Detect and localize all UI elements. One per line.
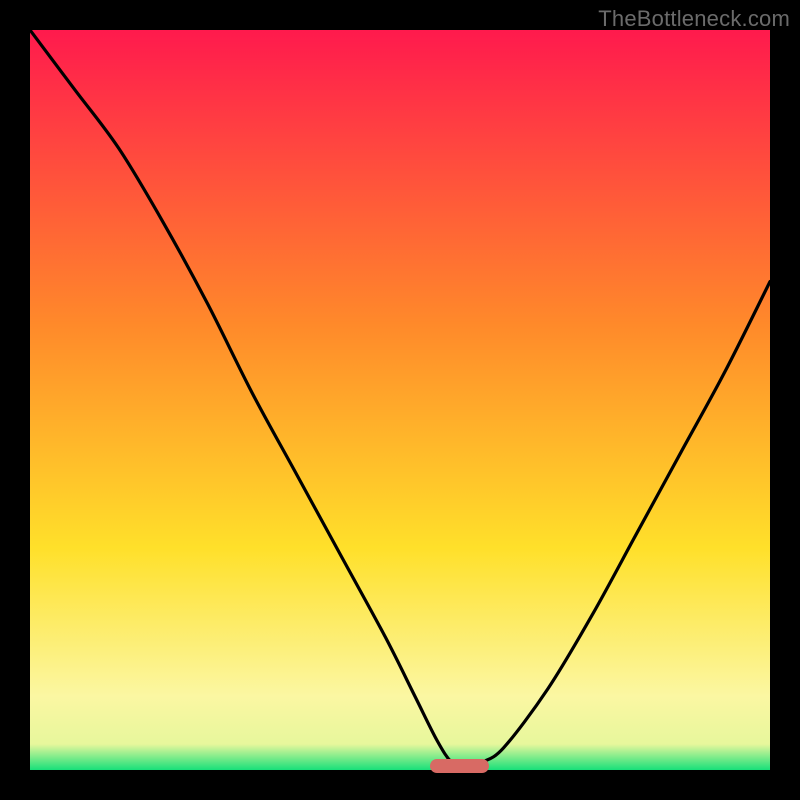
bottleneck-curve [30,30,770,770]
minimum-marker [430,759,489,773]
watermark-text: TheBottleneck.com [598,6,790,32]
plot-area [30,30,770,770]
chart-container: TheBottleneck.com [0,0,800,800]
